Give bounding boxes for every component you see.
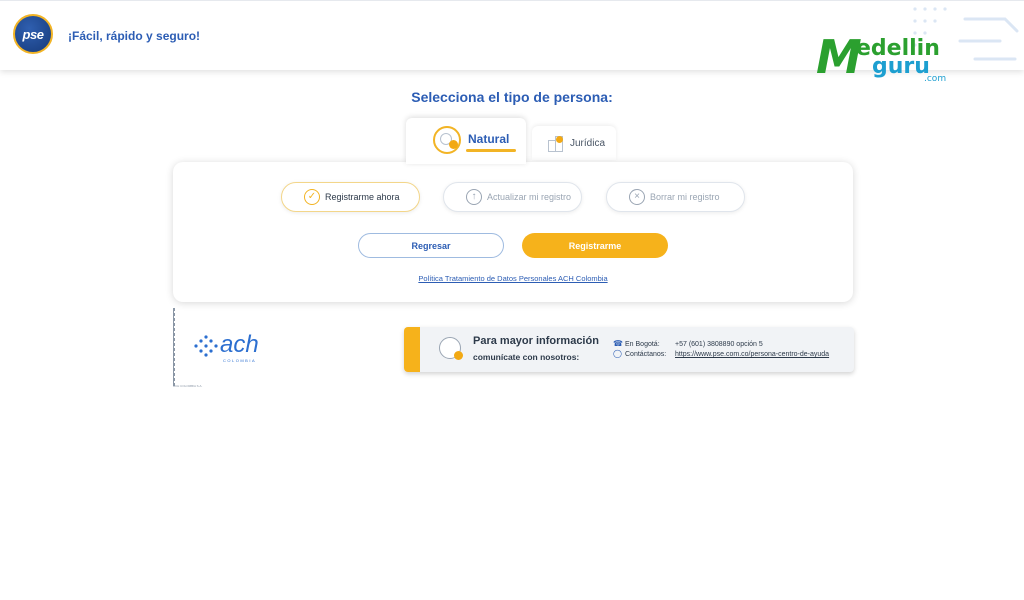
pse-logo-text: pse <box>22 26 44 42</box>
contact-key: Contáctanos: <box>625 351 667 358</box>
vertical-legal-strip <box>173 308 181 386</box>
option-label: Registrarme ahora <box>325 192 400 202</box>
back-button[interactable]: Regresar <box>358 233 504 258</box>
contact-info-box: Para mayor información comunícate con no… <box>404 327 854 372</box>
option-registrarme-ahora[interactable]: ✓ Registrarme ahora <box>281 182 420 212</box>
tab-natural[interactable]: Natural <box>406 118 526 164</box>
info-subtitle: comunícate con nosotros: <box>473 352 580 362</box>
arrow-up-circle-icon: ↑ <box>466 189 482 205</box>
page-title: Selecciona el tipo de persona: <box>411 89 613 105</box>
tab-natural-label: Natural <box>468 132 510 146</box>
legal-caption: ACH COLOMBIA S.A. <box>173 384 203 388</box>
contact-value: +57 (601) 3808890 opción 5 <box>675 341 763 348</box>
option-label: Actualizar mi registro <box>487 192 572 202</box>
register-button[interactable]: Registrarme <box>522 233 668 258</box>
ach-colombia-logo: ach COLOMBIA <box>192 332 272 366</box>
info-title: Para mayor información <box>473 335 599 347</box>
support-chat-icon <box>439 337 463 360</box>
registration-card: ✓ Registrarme ahora ↑ Actualizar mi regi… <box>173 162 853 302</box>
help-center-link[interactable]: https://www.pse.com.co/persona-centro-de… <box>675 351 829 358</box>
pse-logo[interactable]: pse <box>13 14 53 54</box>
building-icon <box>548 136 564 152</box>
person-icon <box>433 126 461 154</box>
check-circle-icon: ✓ <box>304 189 320 205</box>
watermark-guru: guru <box>872 54 930 79</box>
tab-juridica[interactable]: Jurídica <box>532 126 616 160</box>
ach-logo-text: ach <box>220 331 259 358</box>
watermark-com: .com <box>924 74 947 84</box>
chat-icon: ◯ <box>613 349 622 358</box>
tab-juridica-label: Jurídica <box>570 138 606 149</box>
contact-key: En Bogotá: <box>625 341 660 348</box>
header-tagline: ¡Fácil, rápido y seguro! <box>68 29 201 43</box>
ach-dots-icon <box>194 335 218 357</box>
phone-icon: ☎ <box>613 339 623 348</box>
option-label: Borrar mi registro <box>650 192 720 202</box>
privacy-policy-link[interactable]: Política Tratamiento de Datos Personales… <box>173 274 853 283</box>
active-tab-indicator <box>466 149 516 152</box>
watermark-m: M <box>816 30 862 84</box>
option-borrar-registro[interactable]: × Borrar mi registro <box>606 182 745 212</box>
x-circle-icon: × <box>629 189 645 205</box>
info-accent-bar <box>404 327 420 372</box>
ach-logo-subtext: COLOMBIA <box>223 358 257 363</box>
option-actualizar-registro[interactable]: ↑ Actualizar mi registro <box>443 182 582 212</box>
medellin-guru-watermark: M edellin guru .com <box>816 34 948 84</box>
